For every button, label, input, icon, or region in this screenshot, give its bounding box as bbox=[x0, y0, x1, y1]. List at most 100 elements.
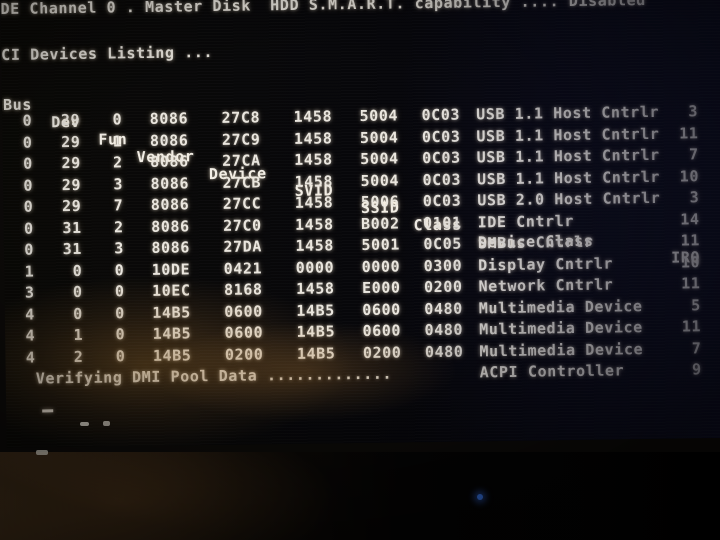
cell-dev: 29 bbox=[61, 196, 82, 216]
cell-fun: 0 bbox=[114, 260, 125, 279]
cell-svid: 1458 bbox=[294, 150, 333, 169]
cell-vendor: 8086 bbox=[151, 238, 191, 257]
cell-ssid: 5006 bbox=[360, 192, 400, 211]
cell-class: 0C03 bbox=[422, 148, 461, 168]
cell-device: 27CC bbox=[222, 194, 262, 213]
cell-svid: 1458 bbox=[294, 171, 334, 191]
cell-fun: 0 bbox=[114, 282, 125, 301]
cell-device: 27C8 bbox=[221, 108, 261, 127]
cell-svid: 1458 bbox=[295, 236, 335, 255]
cell-bus: 4 bbox=[25, 305, 35, 324]
cell-svid: 1458 bbox=[295, 279, 335, 298]
cell-device: 0200 bbox=[224, 344, 264, 364]
cell-svid: 1458 bbox=[293, 107, 333, 126]
cell-bus: 0 bbox=[23, 219, 34, 238]
cell-device-class: USB 1.1 Host Cntrlr bbox=[476, 124, 660, 145]
cell-device-class: Multimedia Device bbox=[478, 296, 643, 317]
cell-fun: 0 bbox=[115, 346, 126, 365]
cell-device-class: USB 1.1 Host Cntrlr bbox=[476, 167, 661, 188]
cell-class: 0C03 bbox=[421, 127, 461, 146]
cell-bus: 3 bbox=[24, 283, 35, 302]
cell-bus: 0 bbox=[24, 240, 35, 259]
cell-vendor: 8086 bbox=[150, 195, 190, 214]
cell-bus: 4 bbox=[25, 326, 36, 345]
cell-dev: 0 bbox=[72, 282, 83, 302]
cell-device: 27CB bbox=[222, 172, 262, 192]
cell-irq: 9 bbox=[691, 360, 702, 379]
cell-device-class: ACPI Controller bbox=[479, 361, 625, 382]
cell-vendor: 8086 bbox=[150, 216, 190, 236]
cell-class: 0C03 bbox=[422, 170, 462, 189]
cell-device-class: SMBus Cntrlr bbox=[477, 232, 594, 253]
cell-device-class: USB 2.0 Host Cntrlr bbox=[477, 188, 661, 210]
cell-bus: 1 bbox=[24, 262, 35, 281]
table-header-row: Bus Dev Fun Vendor Device SVID SSID Clas… bbox=[2, 68, 720, 267]
cell-svid: 1458 bbox=[294, 193, 334, 212]
power-led-indicator bbox=[477, 494, 483, 500]
cell-dev: 29 bbox=[61, 132, 81, 151]
cell-ssid: 0200 bbox=[362, 342, 402, 362]
cell-fun: 0 bbox=[112, 110, 123, 129]
cell-vendor: 8086 bbox=[149, 109, 189, 128]
cell-device-class: USB 1.1 Host Cntrlr bbox=[476, 145, 660, 167]
cell-class: 0480 bbox=[424, 299, 463, 318]
cell-bus: 0 bbox=[23, 197, 34, 216]
text-cursor bbox=[42, 409, 54, 413]
cell-svid: 14B5 bbox=[296, 322, 336, 341]
cell-vendor: 8086 bbox=[150, 173, 190, 193]
smart-status-line: DE Channel 0 . Master Disk HDD S.M.A.R.T… bbox=[0, 0, 646, 18]
cell-device: 27C0 bbox=[222, 215, 262, 235]
cell-irq: 14 bbox=[680, 209, 700, 229]
cell-vendor: 10EC bbox=[151, 281, 191, 300]
cell-class: 0C03 bbox=[421, 105, 461, 125]
cell-ssid: 5001 bbox=[361, 235, 401, 254]
cell-ssid: 0600 bbox=[362, 321, 402, 340]
cell-dev: 31 bbox=[62, 218, 82, 237]
cell-fun: 2 bbox=[112, 153, 123, 172]
cell-device-class: Network Cntrlr bbox=[478, 275, 614, 296]
cell-dev: 29 bbox=[61, 175, 82, 194]
bios-screen: DE Channel 0 . Master Disk HDD S.M.A.R.T… bbox=[0, 0, 720, 448]
cell-vendor: 14B5 bbox=[152, 345, 192, 365]
cell-ssid: 5004 bbox=[360, 149, 399, 168]
cell-class: 0480 bbox=[424, 320, 464, 340]
cell-fun: 3 bbox=[114, 239, 125, 258]
cell-device: 0600 bbox=[224, 301, 263, 321]
cell-fun: 0 bbox=[115, 325, 126, 344]
cell-ssid: 5004 bbox=[360, 170, 400, 190]
cell-vendor: 14B5 bbox=[152, 324, 192, 343]
pci-device-table: 0 29 0 8086 27C8 1458 5004 0C03 USB 1.1 Host Cnt… bbox=[3, 102, 720, 381]
cell-bus: 0 bbox=[23, 176, 34, 195]
cell-device: 8168 bbox=[223, 280, 263, 299]
cell-device: 27C9 bbox=[221, 129, 261, 149]
cell-fun: 1 bbox=[112, 131, 123, 150]
cell-class bbox=[412, 364, 464, 365]
cell-class: 0480 bbox=[424, 342, 464, 361]
cell-svid: 14B5 bbox=[296, 300, 335, 320]
cell-bus: 0 bbox=[22, 111, 33, 130]
cell-svid: 1458 bbox=[294, 214, 334, 234]
cell-fun: 3 bbox=[113, 174, 124, 193]
pci-devices-listing-title: CI Devices Listing ... bbox=[1, 43, 214, 64]
cell-class: 0101 bbox=[422, 213, 462, 232]
cell-dev: 31 bbox=[62, 239, 83, 259]
cell-irq: 11 bbox=[681, 274, 701, 293]
cell-class: 0300 bbox=[423, 256, 463, 275]
cell-irq: 7 bbox=[688, 145, 699, 164]
cell-device-class: USB 1.1 Host Cntrlr bbox=[475, 102, 660, 124]
cell-device: 27DA bbox=[223, 237, 263, 256]
cell-ssid: 0000 bbox=[361, 256, 401, 276]
cell-vendor: 14B5 bbox=[152, 302, 191, 322]
cell-class: 0C03 bbox=[422, 191, 462, 211]
cell-class: 0200 bbox=[423, 277, 463, 297]
cell-irq: 10 bbox=[680, 252, 701, 272]
cell-dev: 29 bbox=[61, 153, 81, 173]
cell-svid: 14B5 bbox=[296, 343, 336, 363]
cell-irq: 5 bbox=[691, 295, 701, 314]
cell-device-class: IDE Cntrlr bbox=[477, 211, 575, 231]
cell-irq: 10 bbox=[679, 166, 700, 186]
laptop-deck bbox=[0, 452, 720, 540]
cell-vendor: 8086 bbox=[149, 130, 189, 150]
cell-irq: 3 bbox=[689, 188, 700, 207]
cell-device: 27CA bbox=[222, 151, 261, 170]
